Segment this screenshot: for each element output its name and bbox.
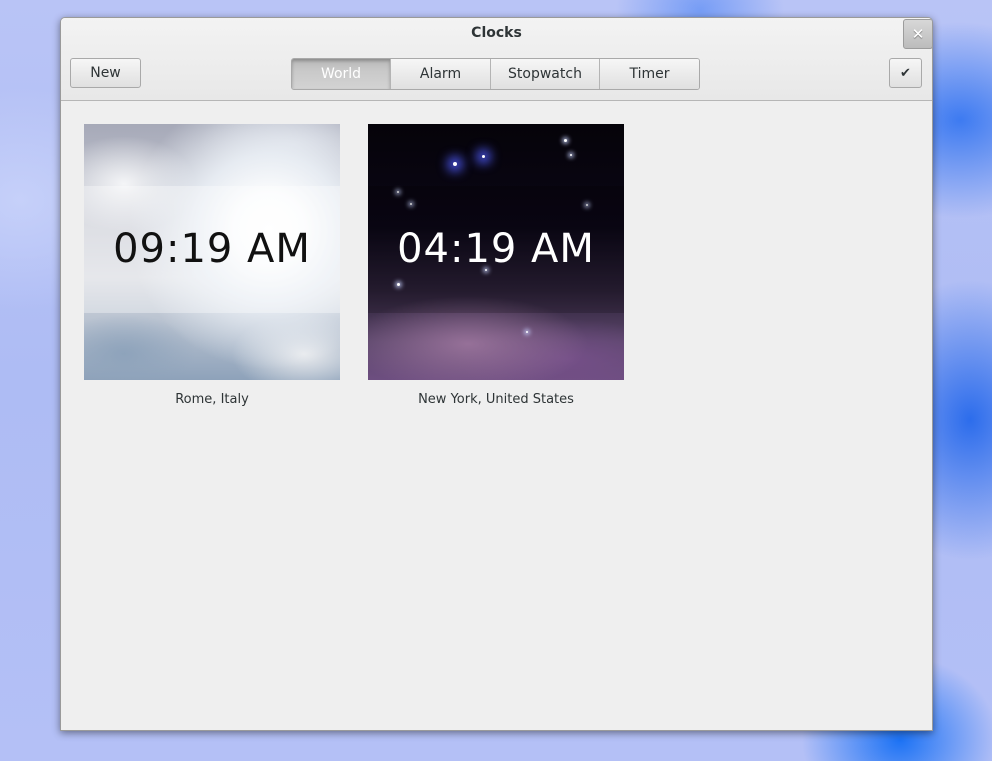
star [482,155,485,158]
world-clocks-grid: 09:19 AM Rome, Italy 04:19 AM New York, … [61,101,932,730]
new-button[interactable]: New [70,58,141,88]
checkmark-icon: ✔ [900,65,911,81]
clocks-window: Clocks ✕ New World Alarm Stopwatch Timer… [60,17,933,731]
star [453,162,457,166]
tab-timer[interactable]: Timer [600,59,699,89]
star [397,283,400,286]
star [526,331,528,333]
tab-stopwatch[interactable]: Stopwatch [491,59,600,89]
close-icon: ✕ [911,25,925,43]
tab-world[interactable]: World [292,59,391,89]
clock-location: Rome, Italy [175,392,249,407]
select-done-button[interactable]: ✔ [889,58,922,88]
tab-alarm[interactable]: Alarm [391,59,491,89]
clock-tile-rome[interactable]: 09:19 AM [84,124,340,380]
star [570,154,572,156]
clock-time: 04:19 AM [397,226,595,272]
close-button[interactable]: ✕ [903,19,932,49]
clock-time: 09:19 AM [113,226,311,272]
clock-location: New York, United States [418,392,574,407]
window-title: Clocks [471,25,522,41]
star [564,139,567,142]
clock-tile-new-york[interactable]: 04:19 AM [368,124,624,380]
view-switcher: World Alarm Stopwatch Timer [291,58,700,90]
header-bar: Clocks ✕ New World Alarm Stopwatch Timer… [61,18,932,101]
